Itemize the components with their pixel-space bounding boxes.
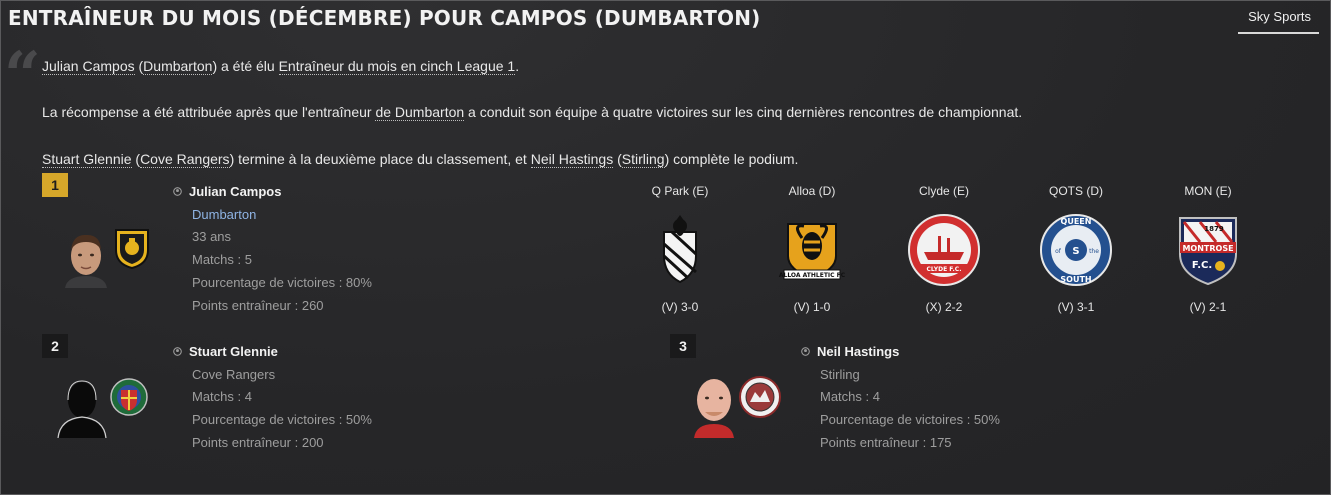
news-paragraph-3: Stuart Glennie (Cove Rangers) termine à … <box>42 151 799 168</box>
manager-club-1[interactable]: Dumbarton <box>192 207 256 222</box>
page-title: ENTRAÎNEUR DU MOIS (DÉCEMBRE) POUR CAMPO… <box>8 6 761 30</box>
queens-park-crest-icon <box>662 215 698 284</box>
manager-name-text: Julian Campos <box>189 184 282 199</box>
qots-text-the: the <box>1089 248 1099 255</box>
link-de-dumbarton[interactable]: de Dumbarton <box>375 104 465 121</box>
stirling-albion-crest-icon[interactable] <box>737 374 783 420</box>
match-card-1[interactable]: Q Park (E) (V) 3-0 <box>635 184 725 314</box>
match-opponent: Q Park (E) <box>651 184 709 198</box>
clyde-crest-icon: CLYDE F.C. <box>908 214 980 286</box>
match-opponent: QOTS (D) <box>1049 184 1103 198</box>
manager-points-1: Points entraîneur : 260 <box>192 298 324 313</box>
manager-name-1[interactable]: Julian Campos <box>173 184 281 199</box>
manager-name-2[interactable]: Stuart Glennie <box>173 344 278 359</box>
news-paragraph-2: La récompense a été attribuée après que … <box>42 104 1023 121</box>
qots-text-top: QUEEN <box>1061 217 1092 226</box>
manager-points-3: Points entraîneur : 175 <box>820 435 952 450</box>
neil-hastings-face-icon[interactable] <box>690 374 738 438</box>
text-fragment: . <box>515 58 520 74</box>
manager-win-pct-2: Pourcentage de victoires : 50% <box>192 412 372 427</box>
link-neil-hastings[interactable]: Neil Hastings <box>530 151 614 168</box>
qots-text-of: of <box>1055 248 1062 255</box>
text-fragment: a conduit son équipe à quatre victoires … <box>464 104 1023 120</box>
person-icon <box>801 347 810 356</box>
text-fragment: ) complète le podium. <box>664 151 799 167</box>
person-icon <box>173 347 182 356</box>
qots-monogram: S <box>1072 246 1079 257</box>
person-icon <box>173 187 182 196</box>
match-card-5[interactable]: MON (E) 1879 MONTROSE F.C. (V) 2-1 <box>1163 184 1253 314</box>
cove-rangers-crest-icon[interactable] <box>108 376 150 422</box>
match-result: (V) 3-0 <box>661 300 699 314</box>
manager-club-3[interactable]: Stirling <box>820 367 860 382</box>
text-fragment: La récompense a été attribuée après que … <box>42 104 376 120</box>
manager-club-2[interactable]: Cove Rangers <box>192 367 275 382</box>
link-stirling[interactable]: Stirling <box>621 151 665 168</box>
montrose-name: MONTROSE <box>1182 244 1233 253</box>
link-stuart-glennie[interactable]: Stuart Glennie <box>42 151 132 168</box>
montrose-crest-icon: 1879 MONTROSE F.C. <box>1179 217 1237 286</box>
link-award[interactable]: Entraîneur du mois en cinch League 1 <box>278 58 516 75</box>
manager-matches-1: Matchs : 5 <box>192 252 252 267</box>
link-julian-campos[interactable]: Julian Campos <box>42 58 135 75</box>
match-opponent: Clyde (E) <box>918 184 969 198</box>
dumbarton-crest-icon[interactable] <box>110 226 154 270</box>
rank-badge-1: 1 <box>42 173 68 197</box>
text-fragment: ( <box>131 151 141 167</box>
manager-name-text: Neil Hastings <box>817 344 900 359</box>
match-card-2[interactable]: Alloa (D) ALLOA ATHLETIC FC (V) 1-0 <box>767 184 857 314</box>
match-card-3[interactable]: Clyde (E) CLYDE F.C. (X) 2-2 <box>899 184 989 314</box>
clyde-crest-text: CLYDE F.C. <box>927 266 962 273</box>
manager-points-2: Points entraîneur : 200 <box>192 435 324 450</box>
manager-name-text: Stuart Glennie <box>189 344 278 359</box>
match-result: (V) 2-1 <box>1189 300 1227 314</box>
stuart-glennie-silhouette-icon[interactable] <box>57 376 107 438</box>
manager-matches-2: Matchs : 4 <box>192 389 252 404</box>
match-result: (V) 3-1 <box>1057 300 1095 314</box>
manager-win-pct-1: Pourcentage de victoires : 80% <box>192 275 372 290</box>
text-fragment: ) termine à la deuxième place du classem… <box>229 151 531 167</box>
rank-badge-3: 3 <box>670 334 696 358</box>
link-cove-rangers[interactable]: Cove Rangers <box>140 151 230 168</box>
alloa-athletic-crest-icon: ALLOA ATHLETIC FC <box>779 223 846 280</box>
match-result: (X) 2-2 <box>925 300 963 314</box>
quote-icon: “ <box>4 38 41 113</box>
manager-matches-3: Matchs : 4 <box>820 389 880 404</box>
montrose-fc: F.C. <box>1192 260 1212 271</box>
tab-sky-sports[interactable]: Sky Sports <box>1238 7 1319 34</box>
link-dumbarton[interactable]: Dumbarton <box>143 58 213 75</box>
manager-win-pct-3: Pourcentage de victoires : 50% <box>820 412 1000 427</box>
alloa-crest-text: ALLOA ATHLETIC FC <box>779 272 846 279</box>
montrose-year: 1879 <box>1204 225 1224 233</box>
match-opponent: Alloa (D) <box>788 184 836 198</box>
rank-badge-2: 2 <box>42 334 68 358</box>
match-card-4[interactable]: QOTS (D) S QUEEN of the SOUTH (V) 3-1 <box>1031 184 1121 314</box>
queen-of-the-south-crest-icon: S QUEEN of the SOUTH <box>1040 214 1112 286</box>
manager-name-3[interactable]: Neil Hastings <box>801 344 899 359</box>
text-fragment: ( <box>134 58 144 74</box>
match-result: (V) 1-0 <box>793 300 831 314</box>
match-opponent: MON (E) <box>1184 184 1232 198</box>
news-paragraph-1: Julian Campos (Dumbarton) a été élu Entr… <box>42 58 520 75</box>
manager-age-1: 33 ans <box>192 229 232 244</box>
text-fragment: ) a été élu <box>212 58 279 74</box>
julian-campos-face-icon[interactable] <box>63 230 109 288</box>
text-fragment: ( <box>613 151 622 167</box>
qots-text-bottom: SOUTH <box>1060 275 1091 284</box>
